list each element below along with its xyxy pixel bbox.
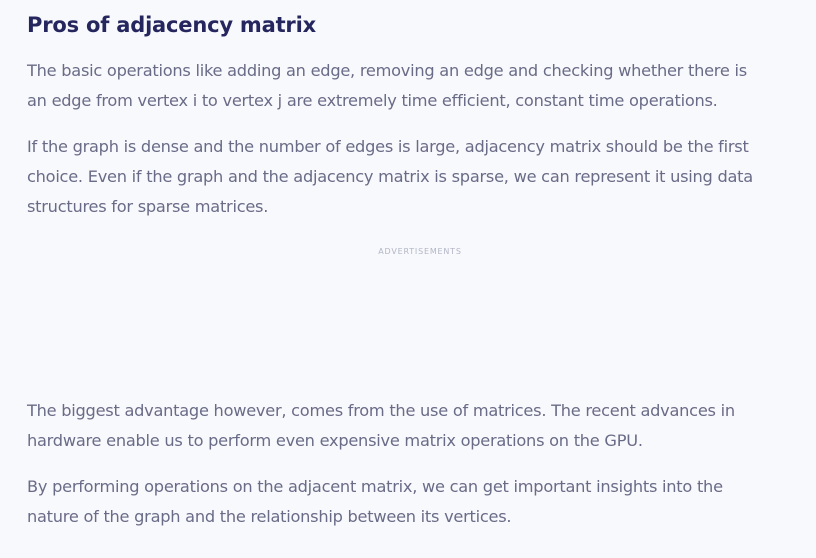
paragraph-line: nature of the graph and the relationship… — [27, 507, 512, 526]
paragraph-line: an edge from vertex i to vertex j are ex… — [27, 91, 718, 110]
paragraph-dense-graph: If the graph is dense and the number of … — [27, 132, 797, 222]
paragraph-line: hardware enable us to perform even expen… — [27, 431, 643, 450]
paragraph-line: choice. Even if the graph and the adjace… — [27, 167, 753, 186]
advertisement-label: ADVERTISEMENTS — [378, 247, 462, 256]
paragraph-line: The biggest advantage however, comes fro… — [27, 401, 735, 420]
paragraph-line: The basic operations like adding an edge… — [27, 61, 747, 80]
paragraph-line: structures for sparse matrices. — [27, 197, 269, 216]
paragraph-operations: The basic operations like adding an edge… — [27, 56, 797, 116]
section-heading: Pros of adjacency matrix — [27, 13, 316, 37]
paragraph-gpu-advantage: The biggest advantage however, comes fro… — [27, 396, 797, 456]
paragraph-line: By performing operations on the adjacent… — [27, 477, 723, 496]
paragraph-insights: By performing operations on the adjacent… — [27, 472, 797, 532]
paragraph-line: If the graph is dense and the number of … — [27, 137, 749, 156]
